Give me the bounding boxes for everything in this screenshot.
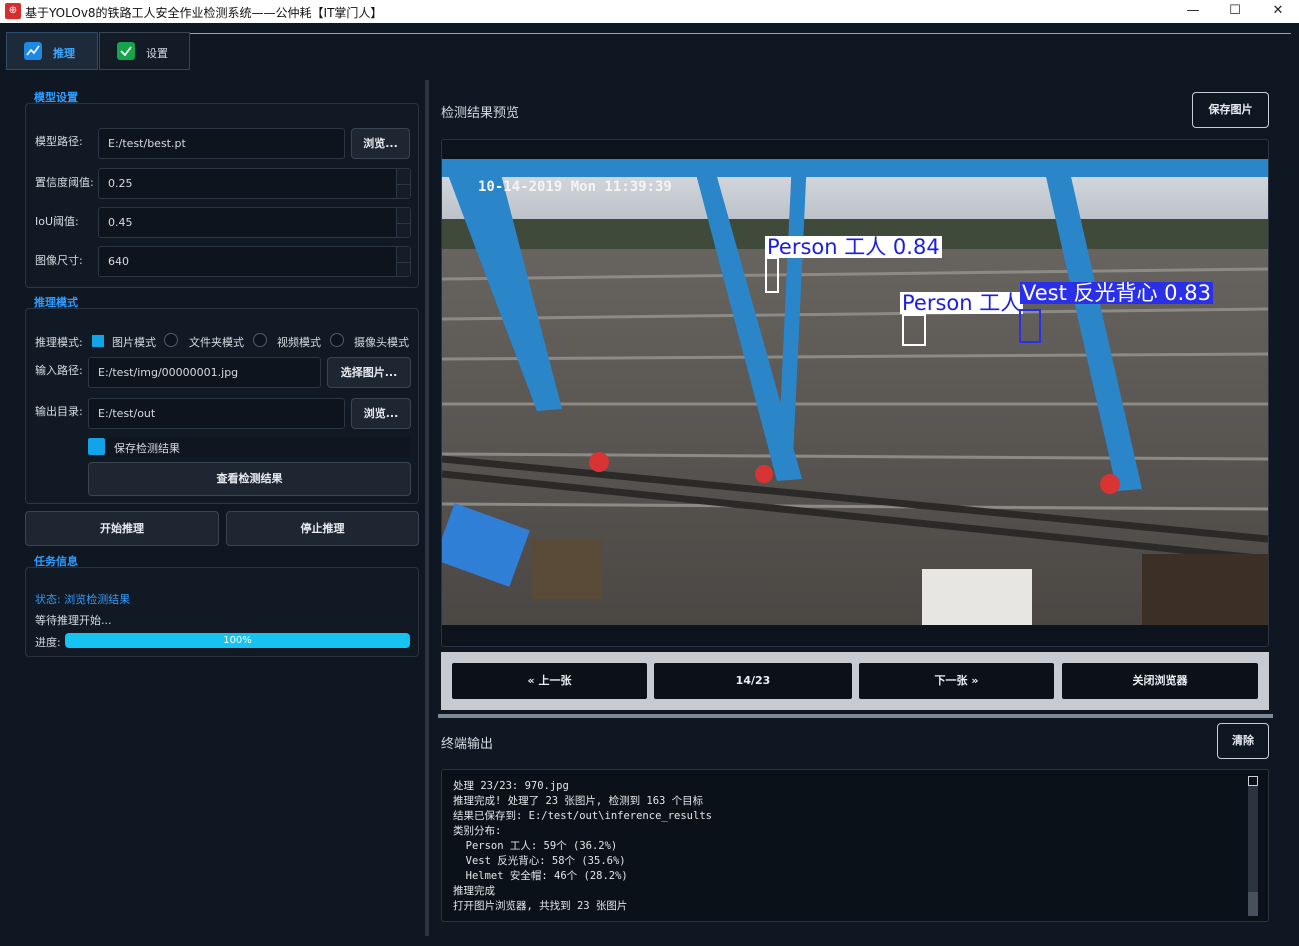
terminal-line: Vest 反光背心: 58个 (35.6%)	[453, 855, 626, 867]
minimize-button[interactable]: —	[1170, 0, 1216, 23]
image-counter: 14/23	[654, 663, 852, 699]
tab-settings-label: 设置	[146, 47, 168, 60]
image-navigator: « 上一张 14/23 下一张 » 关闭浏览器	[441, 652, 1269, 710]
window-titlebar: ⊕ 基于YOLOv8的铁路工人安全作业检测系统——公仲耗【IT掌门人】 — ☐ …	[0, 0, 1299, 23]
railway-scene	[442, 159, 1268, 625]
folder-mode-radio[interactable]	[164, 333, 178, 347]
status-message: 等待推理开始...	[35, 614, 112, 627]
terminal-title: 终端输出	[441, 737, 494, 752]
maximize-button[interactable]: ☐	[1212, 0, 1258, 23]
next-image-button[interactable]: 下一张 »	[859, 663, 1054, 699]
terminal-line: 类别分布:	[453, 825, 502, 837]
timestamp-overlay: 10-14-2019 Mon 11:39:39	[478, 179, 672, 195]
save-results-checkbox[interactable]	[88, 438, 105, 455]
model-path-label: 模型路径:	[35, 135, 83, 148]
conf-threshold-label: 置信度阈值:	[35, 176, 94, 189]
detection-label-vest-1: Vest 反光背心 0.83	[1020, 281, 1213, 305]
terminal-scrollbar[interactable]	[1248, 776, 1258, 916]
terminal-line: 推理完成! 处理了 23 张图片, 检测到 163 个目标	[453, 795, 704, 807]
progress-label: 进度:	[35, 636, 61, 649]
terminal-line: Helmet 安全帽: 46个 (28.2%)	[453, 870, 628, 882]
folder-mode-label: 文件夹模式	[189, 336, 244, 349]
status-text: 状态: 浏览检测结果	[35, 593, 131, 606]
inference-mode-label: 推理模式:	[35, 336, 83, 349]
camera-mode-radio[interactable]	[330, 333, 344, 347]
terminal-line: Person 工人: 59个 (36.2%)	[453, 840, 618, 852]
person-box-2	[902, 314, 926, 346]
image-mode-radio[interactable]	[92, 335, 104, 347]
iou-threshold-value: 0.45	[108, 216, 133, 229]
close-browser-button[interactable]: 关闭浏览器	[1062, 663, 1258, 699]
stop-inference-button[interactable]: 停止推理	[226, 511, 419, 546]
save-image-button[interactable]: 保存图片	[1192, 92, 1269, 128]
app-logo-icon: ⊕	[5, 3, 21, 19]
output-browse-button[interactable]: 浏览...	[351, 398, 411, 429]
detection-label-person-2: Person 工人	[900, 291, 1024, 315]
clear-terminal-button[interactable]: 清除	[1217, 723, 1269, 759]
scroll-thumb[interactable]	[1248, 892, 1258, 916]
iou-threshold-label: IoU阈值:	[35, 215, 79, 228]
output-dir-input[interactable]: E:/test/out	[88, 398, 345, 429]
output-dir-label: 输出目录:	[35, 405, 83, 418]
input-path-input[interactable]: E:/test/img/00000001.jpg	[88, 357, 321, 388]
save-results-row: 保存检测结果	[88, 437, 410, 457]
detection-label-person-1: Person 工人 0.84	[765, 235, 942, 259]
terminal-line: 结果已保存到: E:/test/out\inference_results	[453, 810, 712, 822]
conf-threshold-value: 0.25	[108, 177, 133, 190]
tab-settings[interactable]: 设置	[99, 32, 190, 70]
tab-inference[interactable]: 推理	[6, 32, 98, 70]
image-size-spinbox[interactable]: 640	[98, 246, 411, 277]
progress-bar: 100%	[65, 633, 410, 648]
video-mode-radio[interactable]	[253, 333, 267, 347]
window-title: 基于YOLOv8的铁路工人安全作业检测系统——公仲耗【IT掌门人】	[25, 6, 383, 20]
image-size-label: 图像尺寸:	[35, 254, 83, 267]
iou-threshold-spinbox[interactable]: 0.45	[98, 207, 411, 238]
start-inference-button[interactable]: 开始推理	[25, 511, 219, 546]
close-button[interactable]: ✕	[1255, 0, 1299, 23]
terminal-line: 推理完成	[453, 885, 495, 897]
horizontal-splitter[interactable]	[438, 714, 1273, 718]
image-size-value: 640	[108, 255, 129, 268]
image-size-spin-arrows[interactable]	[396, 247, 410, 276]
prev-image-button[interactable]: « 上一张	[452, 663, 647, 699]
terminal-line: 处理 23/23: 970.jpg	[453, 780, 569, 792]
model-settings-group: 模型路径: E:/test/best.pt 浏览... 置信度阈值: 0.25 …	[25, 103, 419, 288]
camera-mode-label: 摄像头模式	[354, 336, 409, 349]
video-mode-label: 视频模式	[277, 336, 321, 349]
tab-bar: 推理 设置	[0, 23, 1299, 73]
vest-box-1	[1019, 309, 1041, 343]
input-path-label: 输入路径:	[35, 364, 83, 377]
chart-line-icon	[24, 42, 42, 60]
image-mode-label: 图片模式	[112, 336, 156, 349]
model-browse-button[interactable]: 浏览...	[351, 128, 410, 159]
save-results-label: 保存检测结果	[114, 442, 180, 455]
person-box-1	[765, 257, 779, 293]
terminal-line: 打开图片浏览器, 共找到 23 张图片	[453, 900, 628, 912]
model-path-input[interactable]: E:/test/best.pt	[98, 128, 345, 159]
iou-spin-arrows[interactable]	[396, 208, 410, 237]
conf-spin-arrows[interactable]	[396, 169, 410, 198]
scroll-up-arrow-icon[interactable]	[1248, 776, 1258, 786]
view-results-button[interactable]: 查看检测结果	[88, 462, 411, 496]
select-images-button[interactable]: 选择图片...	[327, 357, 411, 388]
preview-title: 检测结果预览	[441, 106, 520, 121]
tab-bar-divider	[190, 33, 1291, 34]
vertical-splitter[interactable]	[425, 80, 429, 936]
conf-threshold-spinbox[interactable]: 0.25	[98, 168, 411, 199]
check-badge-icon	[117, 42, 135, 60]
inference-mode-group: 推理模式: 图片模式 文件夹模式 视频模式 摄像头模式 输入路径: E:/tes…	[25, 308, 419, 504]
tab-inference-label: 推理	[53, 47, 75, 60]
terminal-output[interactable]: 处理 23/23: 970.jpg 推理完成! 处理了 23 张图片, 检测到 …	[441, 769, 1269, 922]
detection-image: 10-14-2019 Mon 11:39:39 Person 工人 0.84 P…	[442, 159, 1268, 625]
